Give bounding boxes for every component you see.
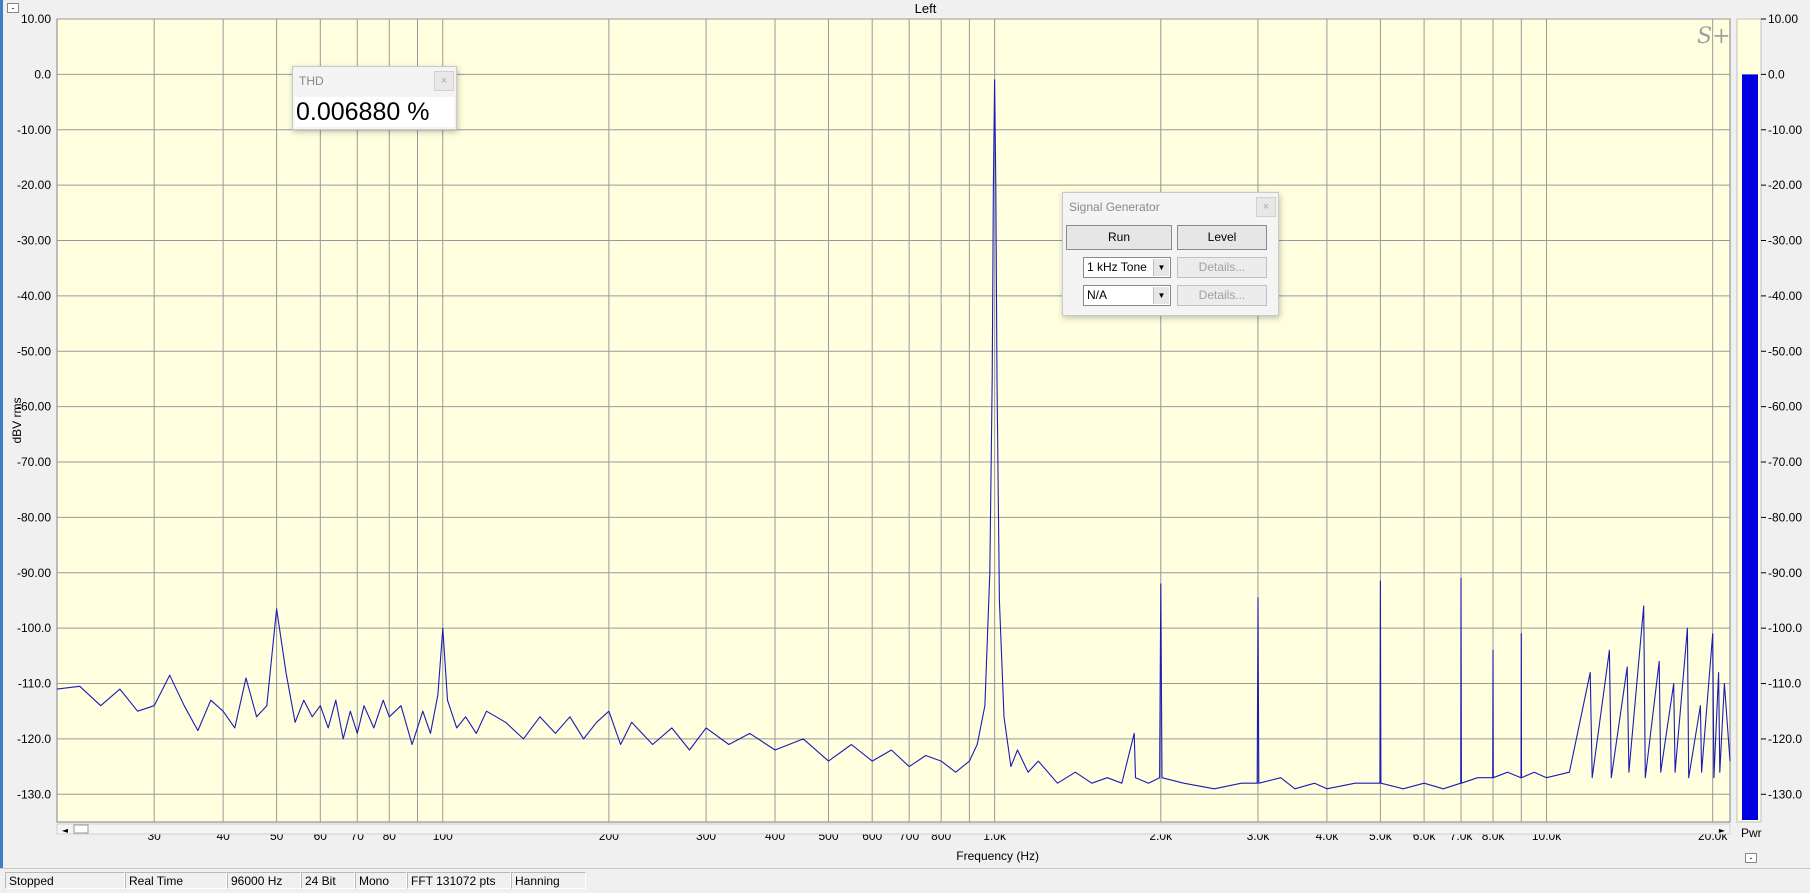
details1-button[interactable]: Details... bbox=[1177, 257, 1267, 278]
meter-tick-label: -120.0 bbox=[1768, 732, 1802, 746]
chevron-down-icon: ▼ bbox=[1153, 259, 1169, 276]
signal-generator-panel[interactable]: Signal Generator × Run Level 1 kHz Tone … bbox=[1062, 192, 1279, 316]
y-tick-label: -100.0 bbox=[17, 621, 51, 635]
meter-bar bbox=[1742, 74, 1758, 820]
y-axis-label: dBV rms bbox=[10, 397, 24, 443]
chart-title: Left bbox=[915, 1, 937, 16]
meter-tick-label: -90.00 bbox=[1768, 566, 1802, 580]
status-bar: Stopped Real Time 96000 Hz 24 Bit Mono F… bbox=[0, 868, 1810, 893]
y-tick-label: -120.0 bbox=[17, 732, 51, 746]
y-tick-label: -130.0 bbox=[17, 787, 51, 801]
y-tick-label: -20.00 bbox=[17, 178, 51, 192]
x-axis-label: Frequency (Hz) bbox=[956, 849, 1039, 863]
run-button[interactable]: Run bbox=[1066, 225, 1172, 250]
plot-area bbox=[56, 18, 1731, 823]
y-tick-label: -40.00 bbox=[17, 289, 51, 303]
level-button[interactable]: Level bbox=[1177, 225, 1267, 250]
meter-tick-label: -100.0 bbox=[1768, 621, 1802, 635]
details2-button[interactable]: Details... bbox=[1177, 285, 1267, 306]
meter-collapse-icon[interactable]: - bbox=[1745, 853, 1757, 863]
scroll-left-icon[interactable]: ◄ bbox=[62, 826, 69, 835]
collapse-icon[interactable]: - bbox=[7, 3, 19, 13]
meter-tick-label: -80.00 bbox=[1768, 510, 1802, 524]
meter-tick-label: 10.00 bbox=[1768, 12, 1798, 26]
source1-value: 1 kHz Tone bbox=[1087, 260, 1147, 274]
thd-panel-title: THD bbox=[299, 74, 324, 88]
meter-tick-label: -70.00 bbox=[1768, 455, 1802, 469]
source2-select[interactable]: N/A ▼ bbox=[1083, 285, 1171, 306]
status-channels: Mono bbox=[355, 872, 407, 889]
scrollbar-thumb[interactable] bbox=[73, 824, 89, 834]
status-mode: Real Time bbox=[125, 872, 227, 889]
signal-generator-title: Signal Generator bbox=[1069, 200, 1160, 214]
meter-tick-label: 0.0 bbox=[1768, 67, 1785, 81]
logo: S+ bbox=[1697, 24, 1731, 49]
meter-tick-label: -40.00 bbox=[1768, 289, 1802, 303]
status-window: Hanning bbox=[511, 872, 586, 889]
spectrum-chart: 30 40 50 60 70 80 100 200 300 400 500 600 700 800 1.0k… bbox=[10, 1, 1802, 863]
scroll-right-icon[interactable]: ► bbox=[1719, 826, 1726, 835]
y-tick-label: -70.00 bbox=[17, 455, 51, 469]
meter-tick-label: -30.00 bbox=[1768, 234, 1802, 248]
meter-tick-label: -130.0 bbox=[1768, 787, 1802, 801]
status-state: Stopped bbox=[5, 872, 125, 889]
y-tick-label: -80.00 bbox=[17, 510, 51, 524]
y-tick-label: 10.00 bbox=[21, 12, 51, 26]
meter-tick-label: -50.00 bbox=[1768, 344, 1802, 358]
chevron-down-icon: ▼ bbox=[1153, 287, 1169, 304]
y-tick-label: -30.00 bbox=[17, 234, 51, 248]
y-tick-label: -110.0 bbox=[18, 677, 51, 691]
meter-tick-label: -60.00 bbox=[1768, 400, 1802, 414]
meter-tick-label: -110.0 bbox=[1768, 677, 1801, 691]
y-tick-label: -90.00 bbox=[17, 566, 51, 580]
thd-value: 0.006880 % bbox=[295, 97, 454, 127]
y-tick-label: -50.00 bbox=[17, 344, 51, 358]
meter-label: Pwr bbox=[1741, 826, 1762, 840]
thd-close-icon[interactable]: × bbox=[434, 71, 454, 91]
signal-generator-close-icon[interactable]: × bbox=[1256, 197, 1276, 217]
status-bits: 24 Bit bbox=[301, 872, 355, 889]
source1-select[interactable]: 1 kHz Tone ▼ bbox=[1083, 257, 1171, 278]
meter-tick-label: -20.00 bbox=[1768, 178, 1802, 192]
y-tick-label: -10.00 bbox=[17, 123, 51, 137]
status-fft: FFT 131072 pts bbox=[407, 872, 511, 889]
status-sample-rate: 96000 Hz bbox=[227, 872, 301, 889]
spectrum-analyzer-window: 30 40 50 60 70 80 100 200 300 400 500 600 700 800 1.0k… bbox=[0, 0, 1810, 893]
thd-panel[interactable]: THD × 0.006880 % bbox=[292, 66, 457, 130]
source2-value: N/A bbox=[1087, 288, 1108, 302]
horizontal-scrollbar[interactable] bbox=[56, 823, 1731, 835]
y-tick-label: 0.0 bbox=[34, 67, 51, 81]
meter-tick-label: -10.00 bbox=[1768, 123, 1802, 137]
